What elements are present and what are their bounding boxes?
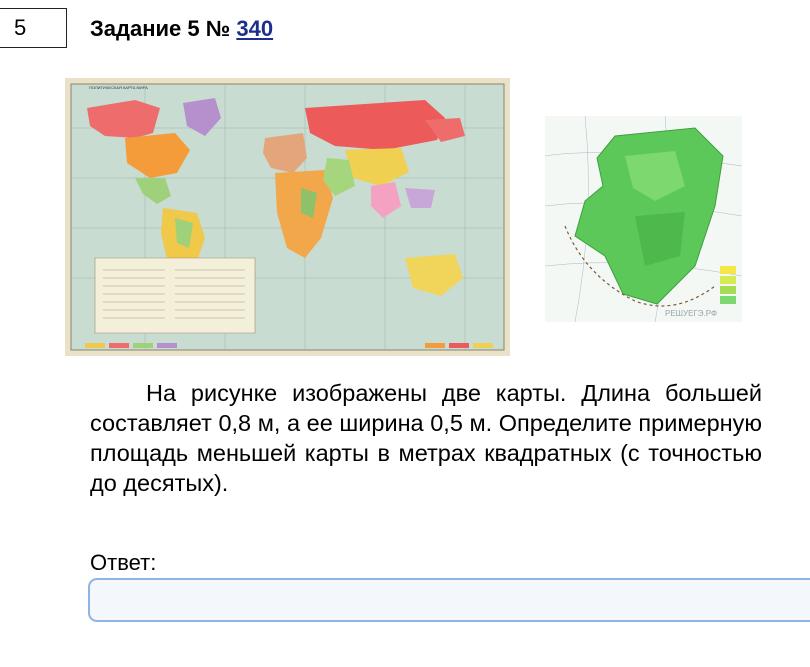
region-map: РЕШУЕГЭ.РФ (545, 116, 742, 322)
task-title: Задание 5 № 340 (90, 14, 273, 44)
answer-label: Ответ: (90, 550, 157, 575)
answer-input[interactable] (88, 578, 810, 622)
task-number-box: 5 (0, 8, 67, 48)
question-text: На рисунке изображены две карты. Длина б… (90, 380, 762, 496)
task-title-prefix: Задание 5 № (90, 16, 237, 41)
question-paragraph: На рисунке изображены две карты. Длина б… (90, 378, 762, 498)
task-id-link[interactable]: 340 (236, 16, 273, 41)
region-map-watermark: РЕШУЕГЭ.РФ (665, 309, 717, 318)
world-political-map: ПОЛИТИЧЕСКАЯ КАРТА МИРА (65, 78, 510, 356)
world-map-header: ПОЛИТИЧЕСКАЯ КАРТА МИРА (89, 85, 148, 90)
task-number: 5 (14, 15, 27, 40)
